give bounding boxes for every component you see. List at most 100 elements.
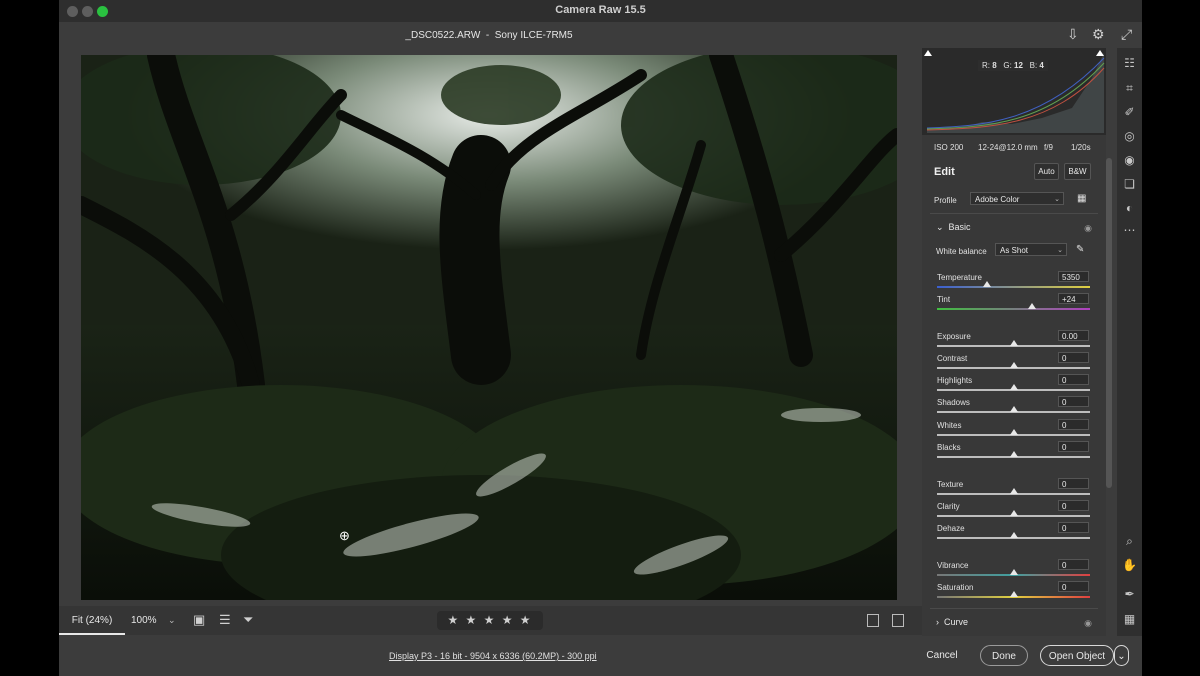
- slider-track[interactable]: [937, 286, 1090, 288]
- red-eye-icon[interactable]: ◉: [1122, 153, 1137, 167]
- exif-aperture: f/9: [1044, 143, 1053, 152]
- photo-preview[interactable]: ⊕: [81, 55, 897, 600]
- slider-label: Tint: [937, 295, 951, 304]
- exif-iso: ISO 200: [934, 143, 964, 152]
- profile-browser-icon[interactable]: ▦: [1077, 193, 1086, 204]
- profile-select[interactable]: Adobe Color ⌄: [970, 192, 1064, 205]
- white-balance-label: White balance: [936, 247, 987, 256]
- filter-icon[interactable]: ⏷: [243, 612, 253, 628]
- slider-thumb[interactable]: [1009, 429, 1018, 435]
- slider-thumb[interactable]: [1009, 384, 1018, 390]
- edit-title: Edit: [934, 166, 955, 178]
- slider-label: Whites: [937, 421, 962, 430]
- slider-value-field[interactable]: 5350: [1058, 271, 1089, 282]
- open-object-button[interactable]: Open Object: [1040, 645, 1114, 666]
- slider-thumb[interactable]: [1009, 569, 1018, 575]
- panel-scrollbar[interactable]: [1106, 158, 1112, 488]
- sort-icon[interactable]: ☰: [219, 612, 231, 628]
- auto-button[interactable]: Auto: [1034, 163, 1059, 180]
- edit-panel: R: 8 G: 12 B: 4 ISO 200 12-24@12.0 mm f/…: [922, 48, 1106, 636]
- slider-value-field[interactable]: 0: [1058, 352, 1089, 363]
- hand-tool-icon[interactable]: ✋: [1122, 558, 1137, 572]
- divider: [930, 608, 1098, 609]
- slider-thumb[interactable]: [1009, 451, 1018, 457]
- white-balance-select[interactable]: As Shot ⌄: [995, 243, 1067, 256]
- rating-stars[interactable]: ★ ★ ★ ★ ★: [437, 611, 543, 630]
- slider-value-field[interactable]: 0: [1058, 500, 1089, 511]
- zoom-tool-icon[interactable]: ⌕: [1122, 534, 1137, 549]
- open-options-dropdown[interactable]: ⌄: [1114, 645, 1129, 666]
- grid-icon[interactable]: ▦: [1122, 612, 1137, 626]
- curve-visibility-icon[interactable]: ◉: [1084, 618, 1092, 629]
- slider-label: Shadows: [937, 398, 970, 407]
- crop-icon[interactable]: ⌗: [1122, 81, 1137, 96]
- slider-label: Blacks: [937, 443, 961, 452]
- camera-model: Sony ILCE-7RM5: [494, 30, 573, 41]
- camera-raw-window: Camera Raw 15.5 _DSC0522.ARW - Sony ILCE…: [59, 0, 1142, 676]
- shadow-clipping-icon[interactable]: [924, 50, 932, 56]
- tool-strip: ☷ ⌗ ✐ ◎ ◉ ❏ ◐ ⋯ ⌕ ✋ ✒ ▦: [1117, 48, 1142, 636]
- slider-thumb[interactable]: [1027, 303, 1036, 309]
- snapshots-icon[interactable]: ❏: [1122, 177, 1137, 191]
- slider-value-field[interactable]: 0: [1058, 522, 1089, 533]
- masking-icon[interactable]: ◎: [1122, 129, 1137, 143]
- more-icon[interactable]: ⋯: [1122, 223, 1137, 237]
- slider-thumb[interactable]: [1009, 362, 1018, 368]
- slider-thumb[interactable]: [1009, 532, 1018, 538]
- file-info-line: _DSC0522.ARW - Sony ILCE-7RM5: [59, 30, 919, 41]
- before-after-icon[interactable]: [867, 614, 879, 627]
- slider-label: Dehaze: [937, 524, 965, 533]
- divider: [930, 213, 1098, 214]
- basic-visibility-icon[interactable]: ◉: [1084, 223, 1092, 234]
- slider-label: Contrast: [937, 354, 968, 363]
- zoom-100-button[interactable]: 100%: [131, 606, 157, 635]
- file-separator: -: [485, 30, 490, 41]
- app-title: Camera Raw 15.5: [555, 4, 646, 16]
- edit-sliders-icon[interactable]: ☷: [1122, 56, 1137, 70]
- zoom-dropdown-icon[interactable]: ⌄: [168, 606, 176, 635]
- fit-zoom-button[interactable]: Fit (24%): [59, 606, 125, 635]
- slider-value-field[interactable]: 0: [1058, 478, 1089, 489]
- gear-icon[interactable]: ⚙: [1092, 26, 1105, 43]
- slider-thumb[interactable]: [1009, 340, 1018, 346]
- slider-label: Temperature: [937, 273, 982, 282]
- slider-label: Saturation: [937, 583, 974, 592]
- slider-thumb[interactable]: [1009, 591, 1018, 597]
- slider-value-field[interactable]: 0: [1058, 559, 1089, 570]
- curve-section-header[interactable]: › Curve: [936, 617, 968, 627]
- slider-label: Clarity: [937, 502, 960, 511]
- sampler-icon[interactable]: ✒: [1122, 587, 1137, 601]
- footer: Display P3 - 16 bit - 9504 x 6336 (60.2M…: [59, 636, 1142, 676]
- filmstrip-icon[interactable]: ▣: [193, 612, 205, 628]
- slider-value-field[interactable]: 0: [1058, 396, 1089, 407]
- slider-value-field[interactable]: 0: [1058, 581, 1089, 592]
- slider-value-field[interactable]: 0: [1058, 441, 1089, 452]
- slider-thumb[interactable]: [1009, 406, 1018, 412]
- healing-icon[interactable]: ✐: [1122, 105, 1137, 119]
- fullscreen-icon[interactable]: ⤢: [1121, 26, 1132, 43]
- zoom-cursor-icon: ⊕: [339, 528, 350, 543]
- title-bar: Camera Raw 15.5: [59, 0, 1142, 22]
- slider-label: Exposure: [937, 332, 971, 341]
- forest-photo: [81, 55, 897, 600]
- slider-value-field[interactable]: 0.00: [1058, 330, 1089, 341]
- eyedropper-icon[interactable]: ✎: [1076, 244, 1084, 255]
- split-view-icon[interactable]: [892, 614, 904, 627]
- cancel-button[interactable]: Cancel: [917, 645, 967, 666]
- slider-thumb[interactable]: [1009, 510, 1018, 516]
- bw-button[interactable]: B&W: [1064, 163, 1091, 180]
- slider-value-field[interactable]: +24: [1058, 293, 1089, 304]
- histogram: R: 8 G: 12 B: 4: [922, 48, 1106, 135]
- basic-section-header[interactable]: ⌄ Basic: [936, 222, 971, 233]
- exif-focal: 12-24@12.0 mm: [978, 143, 1038, 152]
- save-icon[interactable]: ⇩: [1067, 26, 1079, 43]
- highlight-clipping-icon[interactable]: [1096, 50, 1104, 56]
- presets-icon[interactable]: ◐: [1122, 201, 1137, 215]
- slider-thumb[interactable]: [1009, 488, 1018, 494]
- slider-track[interactable]: [937, 308, 1090, 310]
- done-button[interactable]: Done: [980, 645, 1028, 666]
- slider-thumb[interactable]: [983, 281, 992, 287]
- workflow-options-link[interactable]: Display P3 - 16 bit - 9504 x 6336 (60.2M…: [389, 651, 597, 661]
- slider-value-field[interactable]: 0: [1058, 374, 1089, 385]
- slider-value-field[interactable]: 0: [1058, 419, 1089, 430]
